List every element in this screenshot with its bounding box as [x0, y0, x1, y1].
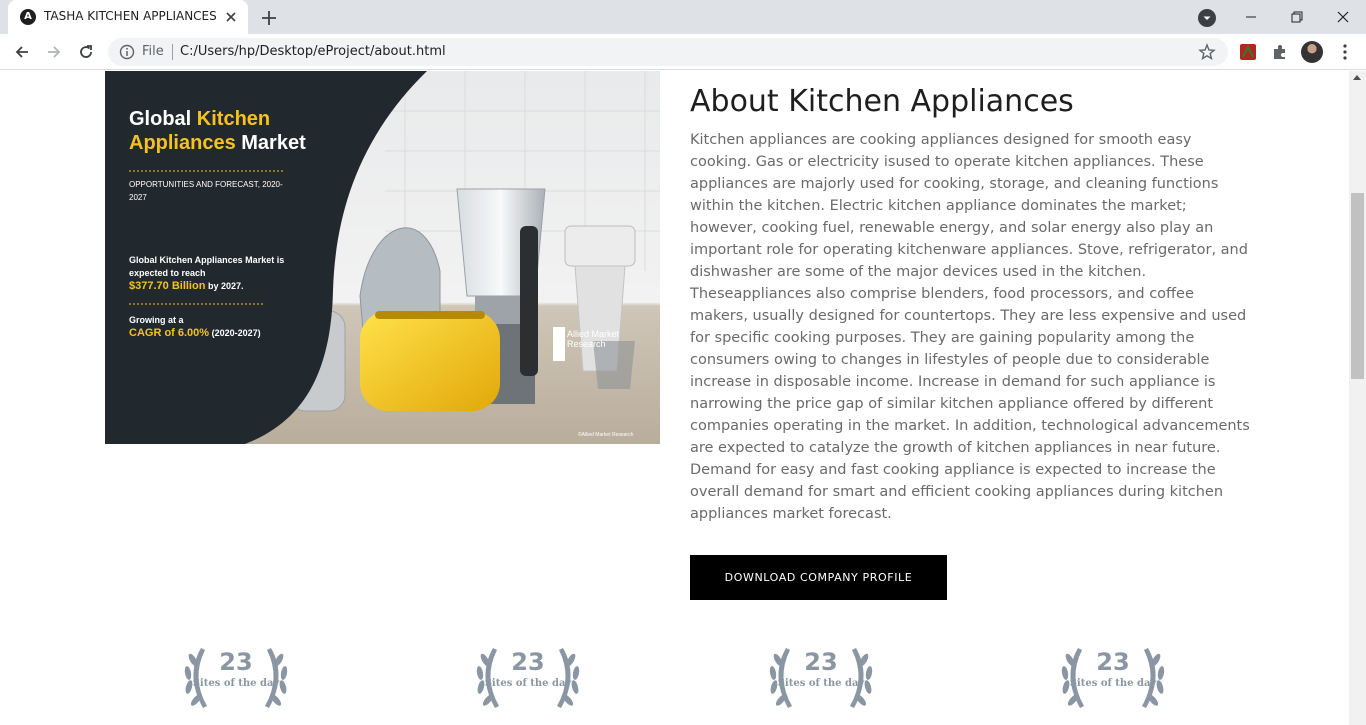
award-badge: 23 Sites of the day [473, 638, 583, 718]
award-badge: 23 Sites of the day [1058, 638, 1168, 718]
growing-text: Growing at a [129, 315, 184, 325]
award-badge: 23 Sites of the day [766, 638, 876, 718]
award-label: Sites of the day [484, 678, 572, 689]
award-label: Sites of the day [1069, 678, 1157, 689]
page-scrollbar[interactable] [1349, 71, 1366, 725]
restore-icon[interactable] [1274, 4, 1320, 30]
url-text[interactable]: C:/Users/hp/Desktop/eProject/about.html [180, 44, 446, 59]
award-number: 23 [1096, 648, 1130, 676]
brand-watermark: Allied Market Research [567, 329, 620, 349]
image-copyright: ©Allied Market Research [578, 432, 634, 438]
infographic-forecast: Global Kitchen Appliances Market is expe… [129, 254, 289, 293]
forecast-text: Global Kitchen Appliances Market is expe… [129, 255, 285, 278]
download-company-profile-button[interactable]: DOWNLOAD COMPANY PROFILE [690, 555, 947, 600]
new-tab-plus-icon[interactable] [258, 7, 280, 29]
site-favicon-icon: A [20, 9, 36, 25]
reload-icon[interactable] [74, 40, 98, 64]
scroll-thumb[interactable] [1351, 193, 1364, 379]
title-kitchen: Kitchen [196, 108, 271, 130]
title-global: Global [129, 108, 192, 130]
browser-menu-kebab-icon[interactable] [1337, 43, 1353, 61]
scheme-label: File [142, 44, 164, 59]
infographic-subtitle: OPPORTUNITIES AND FORECAST, 2020-2027 [129, 180, 283, 202]
forward-arrow-icon[interactable] [42, 40, 66, 64]
tab-title: TASHA KITCHEN APPLIANCES [44, 9, 217, 23]
close-window-icon[interactable] [1320, 4, 1366, 30]
minimize-icon[interactable] [1228, 4, 1274, 30]
site-info-icon[interactable] [119, 44, 135, 60]
browser-tab-strip: A TASHA KITCHEN APPLIANCES [0, 0, 1366, 34]
extension-pdf-icon[interactable] [1238, 42, 1258, 62]
extensions-puzzle-icon[interactable] [1270, 42, 1290, 62]
award-number: 23 [511, 648, 545, 676]
close-tab-icon[interactable] [222, 8, 240, 26]
forecast-value: $377.70 Billion [129, 280, 206, 292]
scroll-up-arrow-icon[interactable] [1353, 75, 1361, 80]
browser-toolbar: File C:/Users/hp/Desktop/eProject/about.… [0, 34, 1366, 70]
award-number: 23 [804, 648, 838, 676]
infographic-title: Global Kitchen Appliances Market [129, 107, 359, 155]
award-label: Sites of the day [777, 678, 865, 689]
profile-avatar[interactable] [1301, 41, 1323, 63]
tab-search-icon[interactable] [1198, 9, 1216, 27]
bookmark-star-icon[interactable] [1198, 43, 1216, 61]
back-arrow-icon[interactable] [10, 40, 34, 64]
cagr-value: CAGR of 6.00% [129, 327, 210, 339]
browser-tab-active[interactable]: A TASHA KITCHEN APPLIANCES [8, 0, 248, 34]
title-market: Market [241, 132, 306, 154]
address-divider [172, 44, 173, 60]
page-viewport: Global Kitchen Appliances Market OPPORTU… [0, 71, 1349, 725]
award-label: Sites of the day [192, 678, 280, 689]
market-infographic-image: Global Kitchen Appliances Market OPPORTU… [105, 71, 660, 444]
award-number: 23 [219, 648, 253, 676]
address-bar[interactable]: File C:/Users/hp/Desktop/eProject/about.… [108, 38, 1228, 66]
award-badge: 23 Sites of the day [181, 638, 291, 718]
cagr-period: (2020-2027) [211, 328, 261, 338]
page-title: About Kitchen Appliances [690, 84, 1074, 119]
about-description: Kitchen appliances are cooking appliance… [690, 132, 1250, 522]
infographic-cagr: Growing at a CAGR of 6.00% (2020-2027) [129, 314, 309, 340]
title-appliances: Appliances [129, 132, 236, 154]
forecast-suffix: by 2027. [207, 281, 244, 291]
